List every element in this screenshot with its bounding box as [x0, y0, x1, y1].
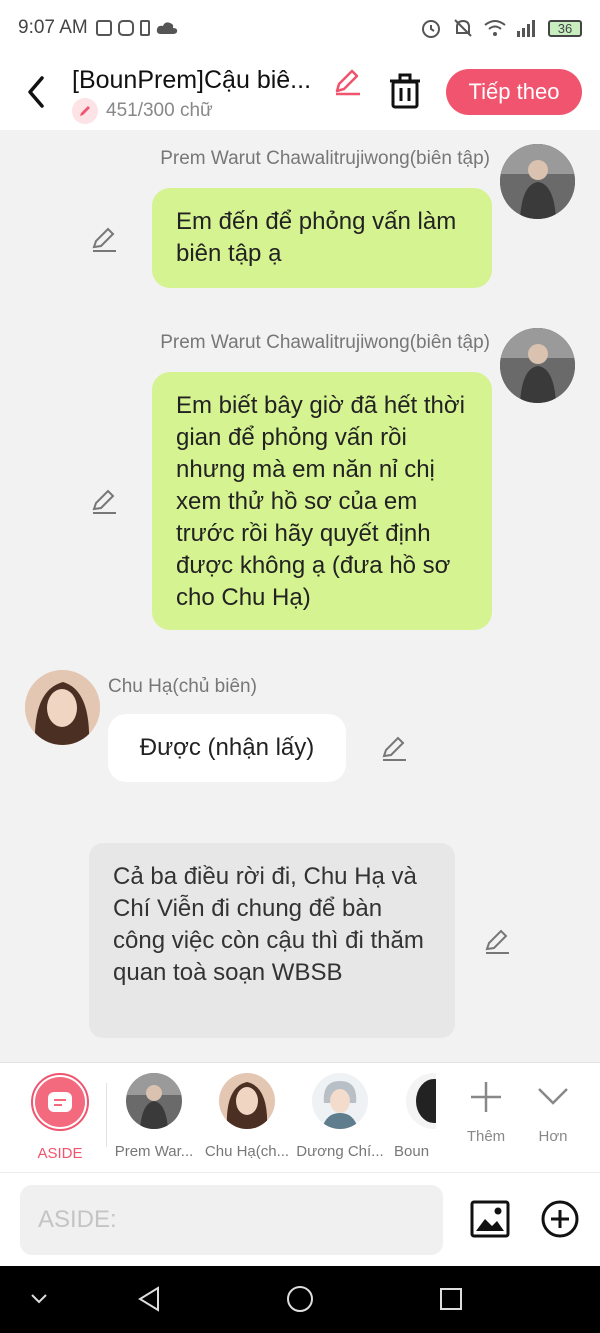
next-button[interactable]: Tiếp theo: [446, 69, 582, 115]
message-bubble[interactable]: Em biết bây giờ đã hết thời gian để phỏn…: [152, 372, 492, 630]
add-circle-icon[interactable]: [540, 1199, 580, 1239]
battery-icon: 36: [548, 19, 582, 37]
editor-header: [BounPrem]Cậu biê... 451/300 chữ Tiếp th…: [0, 56, 600, 130]
notification-icons: [95, 20, 178, 36]
message-bubble[interactable]: Được (nhận lấy): [108, 714, 346, 782]
aside-avatar: [31, 1073, 89, 1131]
word-count-text: 451/300 chữ: [106, 100, 213, 121]
character-name: Chu Hạ(ch...: [204, 1143, 290, 1160]
hide-keyboard-icon[interactable]: [24, 1284, 54, 1314]
status-time: 9:07 AM: [18, 17, 88, 38]
character-selector: ASIDE Prem War... Chu Hạ(ch... Dương Chí…: [0, 1062, 600, 1172]
image-icon[interactable]: [470, 1199, 510, 1239]
aside-icon: [35, 1077, 85, 1127]
pencil-icon: [72, 98, 98, 124]
facebook-icon: [95, 20, 112, 36]
instagram-icon: [117, 20, 134, 36]
aside-bubble[interactable]: Cả ba điều rời đi, Chu Hạ và Chí Viễn đi…: [89, 843, 455, 1038]
character-chu-ha[interactable]: Chu Hạ(ch...: [202, 1073, 292, 1160]
back-triangle-icon[interactable]: [134, 1284, 164, 1314]
system-nav-bar: [0, 1266, 600, 1333]
avatar-chu-ha[interactable]: [25, 670, 100, 745]
aside-label: ASIDE: [37, 1145, 83, 1162]
divider: [106, 1083, 107, 1147]
word-count: 451/300 chữ: [72, 98, 213, 124]
character-avatar: [126, 1073, 182, 1129]
back-arrow-icon[interactable]: [22, 72, 52, 112]
character-avatar: [312, 1073, 368, 1129]
character-avatar: [406, 1073, 436, 1129]
edit-message-icon[interactable]: [90, 487, 118, 515]
edit-message-icon[interactable]: [380, 734, 408, 762]
cloud-icon: [156, 22, 177, 34]
message-input[interactable]: [20, 1185, 443, 1255]
avatar-prem[interactable]: [500, 144, 575, 219]
character-name: Prem War...: [114, 1143, 194, 1160]
plus-icon: [471, 1082, 501, 1112]
wifi-icon: [484, 20, 506, 36]
signal-icon: [517, 20, 535, 37]
avatar-prem[interactable]: [500, 328, 575, 403]
add-character-button[interactable]: Thêm: [456, 1079, 516, 1145]
more-label: Hơn: [538, 1128, 568, 1145]
more-characters-button[interactable]: Hơn: [523, 1079, 583, 1145]
battery-saver-icon: [139, 20, 150, 36]
character-boun[interactable]: Boun: [388, 1073, 436, 1160]
sender-name: Prem Warut Chawalitrujiwong(biên tập): [160, 332, 490, 353]
trash-icon[interactable]: [388, 72, 422, 110]
character-duong-chi-vien[interactable]: Dương Chí...: [295, 1073, 385, 1160]
input-bar: [0, 1172, 600, 1266]
home-circle-icon[interactable]: [285, 1284, 315, 1314]
character-prem[interactable]: Prem War...: [109, 1073, 199, 1160]
chevron-down-icon: [538, 1088, 568, 1105]
chat-area[interactable]: Prem Warut Chawalitrujiwong(biên tập) Em…: [0, 130, 600, 1062]
mute-icon: [454, 19, 472, 37]
story-title: [BounPrem]Cậu biê...: [72, 66, 312, 94]
status-bar: 9:07 AM 36: [0, 0, 600, 56]
message-bubble[interactable]: Em đến để phỏng vấn làm biên tập ạ: [152, 188, 492, 288]
character-name: Dương Chí...: [296, 1143, 384, 1160]
sender-name: Prem Warut Chawalitrujiwong(biên tập): [160, 148, 490, 169]
sender-name: Chu Hạ(chủ biên): [108, 676, 257, 697]
character-name: Boun: [394, 1143, 430, 1160]
recents-square-icon[interactable]: [436, 1284, 466, 1314]
add-label: Thêm: [466, 1128, 506, 1145]
edit-message-icon[interactable]: [90, 225, 118, 253]
character-aside[interactable]: ASIDE: [15, 1073, 105, 1162]
system-icons: 36: [420, 17, 582, 39]
edit-message-icon[interactable]: [483, 927, 511, 955]
character-avatar: [219, 1073, 275, 1129]
edit-title-icon[interactable]: [332, 66, 362, 96]
alarm-icon: [422, 20, 440, 38]
